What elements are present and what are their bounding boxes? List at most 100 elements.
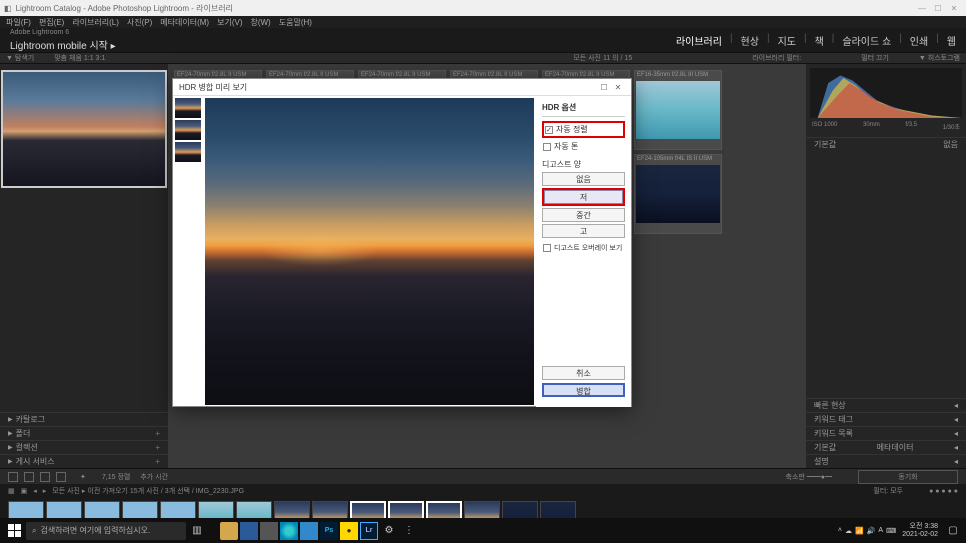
second-window-icon[interactable]: ▣ bbox=[21, 487, 28, 495]
survey-icon[interactable] bbox=[56, 472, 66, 482]
overlay-row[interactable]: 디고스트 오버레이 보기 bbox=[542, 242, 625, 254]
app-icon[interactable]: ⋮ bbox=[400, 522, 418, 540]
dialog-maximize-button[interactable]: ☐ bbox=[597, 83, 611, 92]
sort-label[interactable]: 7,15 정렬 bbox=[102, 472, 130, 482]
hdr-options-panel: HDR 옵션 자동 정렬 자동 톤 디고스트 양 없음 저 중간 고 디고스트 … bbox=[536, 96, 631, 407]
settings-icon[interactable]: ⚙ bbox=[380, 522, 398, 540]
compare-icon[interactable] bbox=[40, 472, 50, 482]
merge-button[interactable]: 병합 bbox=[542, 383, 625, 397]
grid-icon[interactable] bbox=[8, 472, 18, 482]
windows-taskbar: ⌕ 검색하려면 여기에 입력하십시오. ▥ Ps ● Lr ⚙ ⋮ ˄ ☁ 📶 … bbox=[0, 518, 966, 543]
plus-icon[interactable]: + bbox=[155, 443, 160, 452]
identity-plate-row: Adobe Lightroom 6 Lightroom mobile 시작 ▸ … bbox=[0, 28, 966, 52]
panel-keywording[interactable]: 키워드 태그◂ bbox=[806, 412, 966, 426]
panel-quickdevelop[interactable]: 빠른 현상◂ bbox=[806, 398, 966, 412]
filmstrip-header: ▦ ▣ ◂ ▸ 모든 사진 ▸ 이전 가져오기 15개 사진 / 3개 선택 /… bbox=[0, 484, 966, 498]
filter-off[interactable]: 필터 끄기 bbox=[861, 53, 889, 63]
taskbar-clock[interactable]: 오전 3:38 2021-02-02 bbox=[902, 523, 938, 538]
module-develop[interactable]: 현상 bbox=[741, 33, 759, 48]
nav-next-icon[interactable]: ▸ bbox=[43, 487, 47, 495]
deghost-high-button[interactable]: 고 bbox=[542, 224, 625, 238]
checkbox-icon[interactable] bbox=[543, 244, 551, 252]
meta-iso: ISO 1000 bbox=[812, 122, 837, 131]
loupe-icon[interactable] bbox=[24, 472, 34, 482]
tray-volume-icon[interactable]: 🔊 bbox=[867, 527, 876, 535]
panel-collections[interactable]: ▶컬렉션+ bbox=[0, 440, 168, 454]
sync-button[interactable]: 동기화 bbox=[858, 470, 958, 484]
lightroom-icon[interactable]: Lr bbox=[360, 522, 378, 540]
app-icon[interactable] bbox=[260, 522, 278, 540]
system-tray[interactable]: ˄ ☁ 📶 🔊 A ⌨ bbox=[838, 527, 896, 535]
tray-chevron-icon[interactable]: ˄ bbox=[838, 527, 842, 534]
tray-keyboard-icon[interactable]: ⌨ bbox=[886, 527, 896, 535]
source-thumb[interactable] bbox=[175, 120, 201, 140]
panel-comments[interactable]: 설명◂ bbox=[806, 454, 966, 468]
minimize-button[interactable]: — bbox=[914, 4, 930, 13]
notification-center-icon[interactable]: ▢ bbox=[944, 522, 962, 540]
start-button[interactable] bbox=[4, 521, 24, 541]
source-thumb[interactable] bbox=[175, 98, 201, 118]
lightroom-logo-icon: ◧ bbox=[4, 4, 12, 13]
photoshop-icon[interactable]: Ps bbox=[320, 522, 338, 540]
brand-line2[interactable]: Lightroom mobile 시작 ▸ bbox=[10, 37, 116, 52]
checkbox-icon[interactable] bbox=[545, 126, 553, 134]
menu-library[interactable]: 라이브러리(L) bbox=[72, 17, 119, 28]
menu-edit[interactable]: 편집(E) bbox=[39, 17, 64, 28]
deghost-none-button[interactable]: 없음 bbox=[542, 172, 625, 186]
panel-folders[interactable]: ▶폴더+ bbox=[0, 426, 168, 440]
app-icon[interactable] bbox=[300, 522, 318, 540]
panel-catalog[interactable]: ▶카탈로그 bbox=[0, 412, 168, 426]
navigator-label[interactable]: ▼ 탐색기 bbox=[6, 53, 34, 63]
auto-align-row[interactable]: 자동 정렬 bbox=[542, 121, 625, 138]
menu-window[interactable]: 창(W) bbox=[250, 17, 270, 28]
tray-wifi-icon[interactable]: 📶 bbox=[855, 527, 864, 535]
module-book[interactable]: 책 bbox=[815, 33, 824, 48]
thumbnail-slider[interactable]: 축소판 ━━●━ bbox=[786, 472, 833, 482]
panel-publish[interactable]: ▶게시 서비스+ bbox=[0, 454, 168, 468]
sort-field[interactable]: 추가 시간 bbox=[140, 472, 168, 482]
close-button[interactable]: ✕ bbox=[946, 4, 962, 13]
panel-default[interactable]: 기본값없음 bbox=[806, 137, 966, 151]
kakaotalk-icon[interactable]: ● bbox=[340, 522, 358, 540]
menu-metadata[interactable]: 메타데이터(M) bbox=[160, 17, 209, 28]
navigator-preview[interactable] bbox=[1, 70, 167, 188]
maximize-button[interactable]: ☐ bbox=[930, 4, 946, 13]
tray-cloud-icon[interactable]: ☁ bbox=[845, 527, 852, 535]
menu-file[interactable]: 파일(F) bbox=[6, 17, 31, 28]
filmstrip-breadcrumb[interactable]: 모든 사진 ▸ 이전 가져오기 15개 사진 / 3개 선택 / IMG_223… bbox=[52, 486, 244, 496]
auto-tone-row[interactable]: 자동 톤 bbox=[542, 140, 625, 153]
menu-help[interactable]: 도움말(H) bbox=[279, 17, 312, 28]
edge-icon[interactable] bbox=[280, 522, 298, 540]
checkbox-icon[interactable] bbox=[543, 143, 551, 151]
module-slideshow[interactable]: 슬라이드 쇼 bbox=[842, 33, 891, 48]
grid-toggle-icon[interactable]: ▦ bbox=[8, 487, 15, 495]
source-thumb[interactable] bbox=[175, 142, 201, 162]
module-map[interactable]: 지도 bbox=[778, 33, 796, 48]
grid-cell[interactable]: EF16-35mm f/2.8L III USM bbox=[634, 70, 722, 150]
module-web[interactable]: 웹 bbox=[947, 33, 956, 48]
taskbar-search[interactable]: ⌕ 검색하려면 여기에 입력하십시오. bbox=[26, 522, 186, 540]
tray-ime-icon[interactable]: A bbox=[878, 527, 883, 534]
plus-icon[interactable]: + bbox=[155, 429, 160, 438]
grid-cell[interactable]: EF24-105mm f/4L IS II USM bbox=[634, 154, 722, 234]
app-icon[interactable] bbox=[240, 522, 258, 540]
plus-icon[interactable]: + bbox=[155, 457, 160, 466]
module-print[interactable]: 인쇄 bbox=[910, 33, 928, 48]
deghost-low-button[interactable]: 저 bbox=[544, 190, 623, 204]
navigator-zoom[interactable]: 맞춤 채움 1:1 3:1 bbox=[54, 53, 105, 63]
module-library[interactable]: 라이브러리 bbox=[676, 33, 722, 48]
cancel-button[interactable]: 취소 bbox=[542, 366, 625, 380]
painter-icon[interactable]: ✦ bbox=[80, 473, 86, 481]
dialog-titlebar[interactable]: HDR 병합 미리 보기 ☐ ✕ bbox=[173, 79, 631, 96]
filter-label[interactable]: 필터: 모두 bbox=[873, 486, 903, 496]
panel-metadata[interactable]: 기본값메타데이터◂ bbox=[806, 440, 966, 454]
menu-view[interactable]: 보기(V) bbox=[217, 17, 242, 28]
panel-keywordlist[interactable]: 키워드 목록◂ bbox=[806, 426, 966, 440]
nav-prev-icon[interactable]: ◂ bbox=[33, 487, 37, 495]
deghost-medium-button[interactable]: 중간 bbox=[542, 208, 625, 222]
dialog-close-button[interactable]: ✕ bbox=[611, 83, 625, 92]
file-explorer-icon[interactable] bbox=[220, 522, 238, 540]
task-view-icon[interactable]: ▥ bbox=[188, 522, 206, 540]
histogram[interactable] bbox=[810, 68, 962, 118]
menu-photo[interactable]: 사진(P) bbox=[127, 17, 152, 28]
